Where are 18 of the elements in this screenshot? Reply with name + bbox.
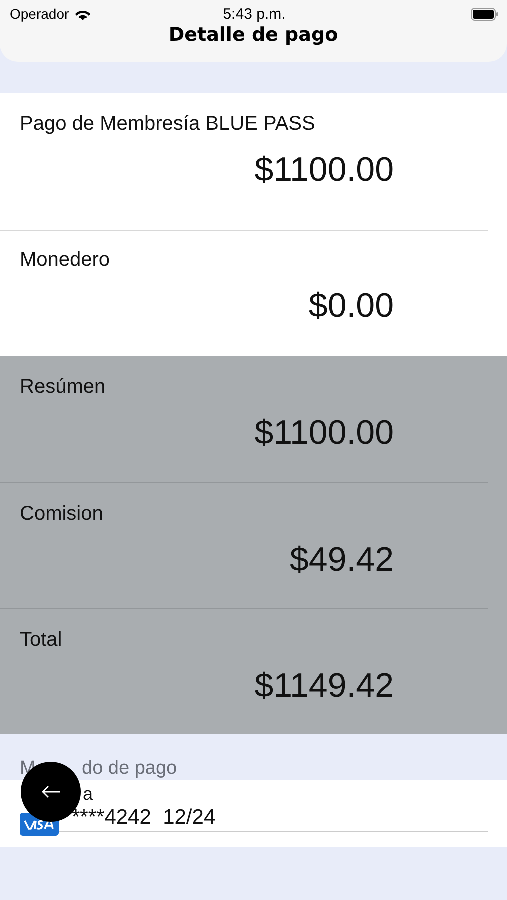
row-label: Monedero — [20, 249, 112, 272]
section-label: do de pago — [82, 758, 178, 780]
card-number: ****4242 12/24 — [72, 806, 216, 830]
row-label: Comision — [20, 503, 104, 526]
battery-icon — [470, 8, 499, 20]
row-label: Pago de Membresía BLUE PASS — [20, 113, 316, 136]
amount-text: $49.42 — [289, 541, 395, 580]
screen-title: Detalle de pago — [168, 24, 340, 46]
row-label: Total — [20, 629, 64, 652]
amount-text: $1100.00 — [254, 414, 395, 453]
row-label: Resúmen — [20, 376, 107, 399]
amount-text: $0.00 — [308, 287, 395, 326]
amount-text: $1100.00 — [254, 151, 395, 190]
status-time: 5:43 p.m. — [223, 6, 286, 22]
amount-text: $1149.42 — [254, 667, 395, 706]
carrier-name: Operador — [10, 6, 70, 22]
card-type: a — [83, 784, 94, 804]
back-arrow-icon — [41, 785, 61, 799]
